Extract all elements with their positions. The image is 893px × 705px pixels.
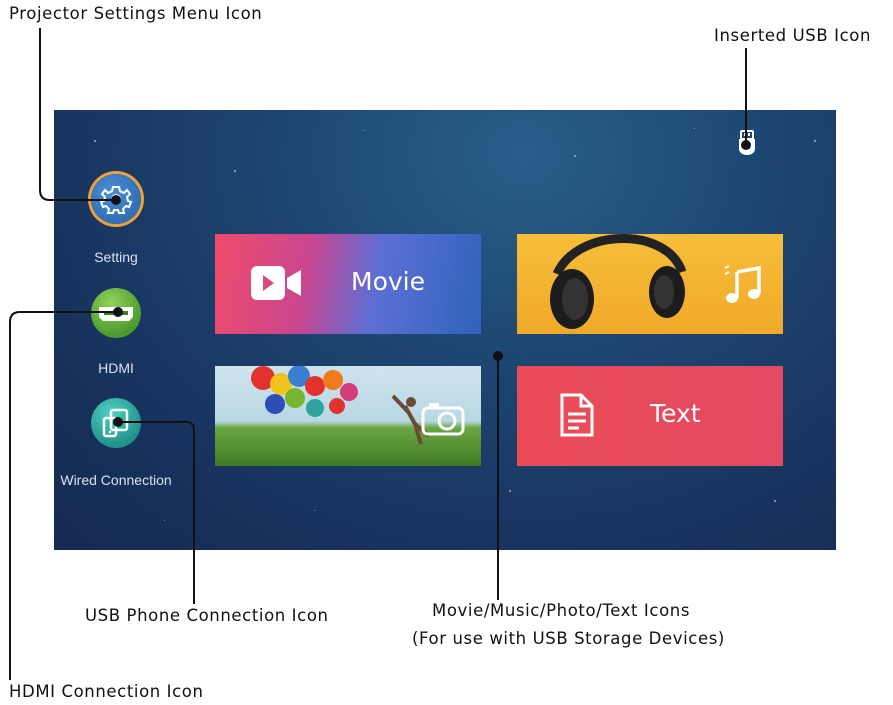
settings-leader-line bbox=[39, 28, 116, 201]
callout-lines bbox=[9, 28, 751, 680]
settings-leader-dot bbox=[111, 195, 121, 205]
usb-phone-leader-line bbox=[118, 421, 195, 604]
usb-phone-leader-dot bbox=[113, 417, 123, 427]
media-leader-dot bbox=[493, 351, 503, 361]
hdmi-leader-dot bbox=[113, 307, 123, 317]
usb-leader-dot bbox=[741, 140, 751, 150]
hdmi-leader-line bbox=[9, 311, 118, 680]
